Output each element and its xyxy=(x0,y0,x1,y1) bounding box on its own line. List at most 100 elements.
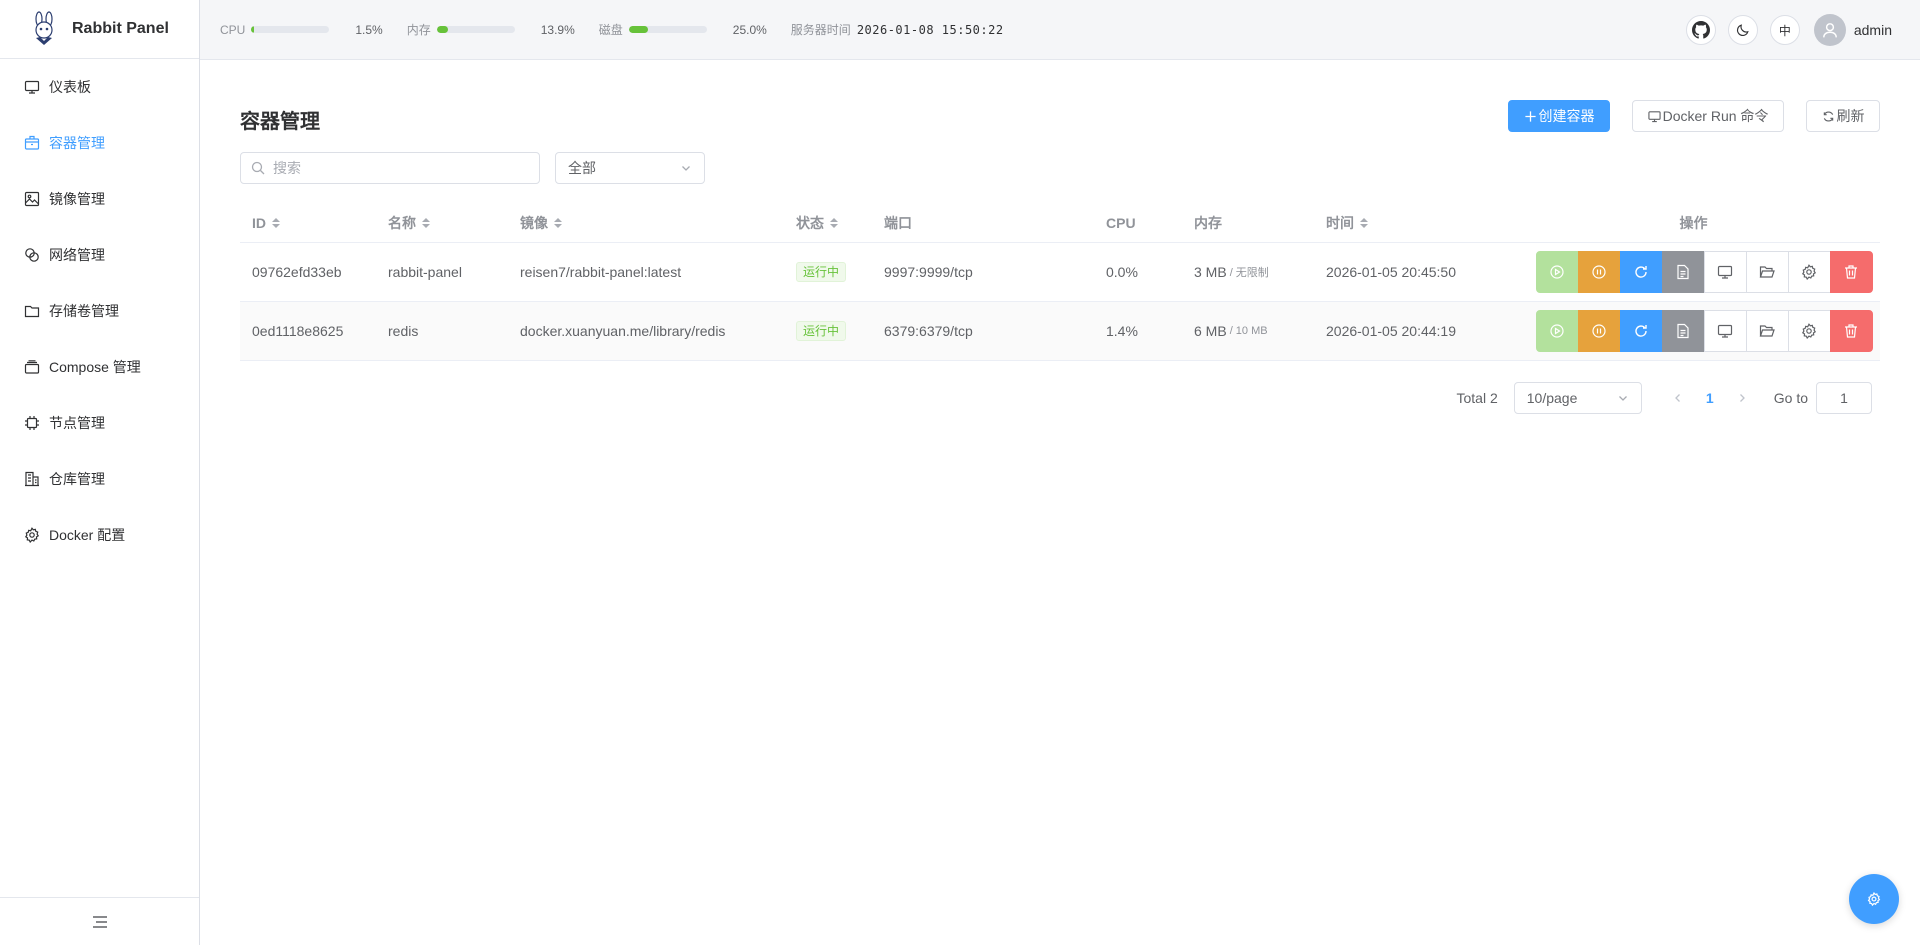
cpu-progress-fill xyxy=(251,26,254,33)
cell-mem: 6 MB/ 10 MB xyxy=(1182,323,1314,339)
cell-name: rabbit-panel xyxy=(388,264,462,280)
language-toggle-button[interactable]: 中 xyxy=(1769,15,1800,45)
delete-button[interactable] xyxy=(1829,310,1873,352)
sidebar-item-dashboard[interactable]: 仪表板 xyxy=(0,59,199,115)
terminal-button[interactable] xyxy=(1703,251,1747,293)
cell-image: reisen7/rabbit-panel:latest xyxy=(520,264,682,280)
terminal-button[interactable] xyxy=(1703,310,1747,352)
cell-ops xyxy=(1507,310,1880,352)
files-button[interactable] xyxy=(1745,251,1789,293)
cpu-label: CPU xyxy=(220,22,246,37)
status-badge: 运行中 xyxy=(796,321,847,341)
search-icon xyxy=(251,161,265,175)
search-input[interactable] xyxy=(273,160,523,176)
monitor-icon xyxy=(1717,265,1733,279)
col-time-label: 时间 xyxy=(1326,214,1354,231)
cpu-value: 1.5% xyxy=(355,22,383,37)
pagination: Total 2 10/page 1 Go to 1 xyxy=(1457,382,1872,414)
settings-button[interactable] xyxy=(1787,251,1831,293)
pause-icon xyxy=(1592,265,1606,279)
sort-icon xyxy=(422,217,430,228)
sidebar-item-containers[interactable]: 容器管理 xyxy=(0,115,199,171)
create-container-label: 创建容器 xyxy=(1538,108,1595,124)
stack-icon xyxy=(24,359,40,375)
brand[interactable]: Rabbit Panel xyxy=(0,0,199,59)
brand-name: Rabbit Panel xyxy=(72,20,169,37)
disk-progress-bar xyxy=(628,26,707,33)
docker-run-button[interactable]: Docker Run 命令 xyxy=(1632,100,1784,132)
col-image-header[interactable]: 镜像 xyxy=(508,213,784,233)
sidebar-item-docker-config[interactable]: Docker 配置 xyxy=(0,507,199,563)
disk-stat: 磁盘 25.0% xyxy=(599,21,767,38)
col-id-header[interactable]: ID xyxy=(240,215,376,231)
sidebar-collapse-button[interactable] xyxy=(0,897,199,945)
col-status-header[interactable]: 状态 xyxy=(784,213,872,233)
moon-icon xyxy=(1736,24,1749,36)
create-container-button[interactable]: 创建容器 xyxy=(1508,100,1610,132)
menu-collapse-icon xyxy=(92,915,107,928)
github-icon xyxy=(1691,21,1710,39)
chevron-left-icon xyxy=(1674,394,1680,402)
col-name-header[interactable]: 名称 xyxy=(376,213,508,233)
col-image-label: 镜像 xyxy=(520,214,548,231)
folder-open-icon xyxy=(1759,325,1775,337)
github-button[interactable] xyxy=(1685,15,1716,45)
user-icon xyxy=(1822,23,1837,38)
row-actions xyxy=(1535,310,1873,352)
col-time-header[interactable]: 时间 xyxy=(1314,213,1507,233)
theme-toggle-button[interactable] xyxy=(1727,15,1758,45)
cpu-progress-bar xyxy=(251,26,330,33)
restart-button[interactable] xyxy=(1619,310,1663,352)
gear-icon xyxy=(24,527,40,543)
pause-button[interactable] xyxy=(1577,310,1621,352)
status-filter-select[interactable]: 全部 xyxy=(555,152,705,184)
sidebar-item-compose[interactable]: Compose 管理 xyxy=(0,339,199,395)
gear-icon xyxy=(1801,323,1817,339)
username[interactable]: admin xyxy=(1854,22,1892,38)
col-mem-header: 内存 xyxy=(1182,213,1314,233)
refresh-icon xyxy=(1635,325,1647,337)
folder-open-icon xyxy=(1759,266,1775,278)
search-box[interactable] xyxy=(240,152,540,184)
sidebar-item-images[interactable]: 镜像管理 xyxy=(0,171,199,227)
sidebar-item-label: Docker 配置 xyxy=(49,527,126,543)
gear-icon xyxy=(1867,892,1881,906)
mem-value: 13.9% xyxy=(540,22,575,37)
page-size-select[interactable]: 10/page xyxy=(1513,382,1642,414)
sidebar-item-volumes[interactable]: 存储卷管理 xyxy=(0,283,199,339)
refresh-button[interactable]: 刷新 xyxy=(1806,100,1880,132)
cell-id: 0ed1118e8625 xyxy=(252,323,344,339)
sidebar-item-label: 容器管理 xyxy=(49,135,105,151)
server-time-value: 2026-01-08 15:50:22 xyxy=(856,22,1004,37)
logs-button[interactable] xyxy=(1661,310,1705,352)
col-ops-label: 操作 xyxy=(1679,214,1708,231)
cell-ops xyxy=(1507,251,1880,293)
col-cpu-header: CPU xyxy=(1094,215,1182,231)
delete-button[interactable] xyxy=(1829,251,1873,293)
trash-icon xyxy=(1845,324,1857,338)
restart-button[interactable] xyxy=(1619,251,1663,293)
floating-settings-button[interactable] xyxy=(1849,874,1899,924)
avatar[interactable] xyxy=(1813,14,1846,46)
server-time: 服务器时间 2026-01-08 15:50:22 xyxy=(791,21,1004,38)
col-port-label: 端口 xyxy=(884,214,912,231)
sidebar-item-label: Compose 管理 xyxy=(49,359,141,375)
sidebar-item-networks[interactable]: 网络管理 xyxy=(0,227,199,283)
cell-time: 2026-01-05 20:44:19 xyxy=(1326,323,1456,339)
goto-label: Go to xyxy=(1773,390,1808,406)
start-button[interactable] xyxy=(1535,251,1579,293)
cell-image: docker.xuanyuan.me/library/redis xyxy=(520,323,726,339)
prev-page-button[interactable] xyxy=(1662,382,1694,414)
sidebar-item-nodes[interactable]: 节点管理 xyxy=(0,395,199,451)
sidebar-item-registries[interactable]: 仓库管理 xyxy=(0,451,199,507)
pause-button[interactable] xyxy=(1577,251,1621,293)
status-filter-value: 全部 xyxy=(568,160,596,176)
files-button[interactable] xyxy=(1745,310,1789,352)
next-page-button[interactable] xyxy=(1726,382,1758,414)
start-button[interactable] xyxy=(1535,310,1579,352)
goto-page-input[interactable]: 1 xyxy=(1816,382,1872,414)
page-number[interactable]: 1 xyxy=(1694,382,1726,414)
logs-button[interactable] xyxy=(1661,251,1705,293)
cpu-icon xyxy=(24,415,40,431)
settings-button[interactable] xyxy=(1787,310,1831,352)
